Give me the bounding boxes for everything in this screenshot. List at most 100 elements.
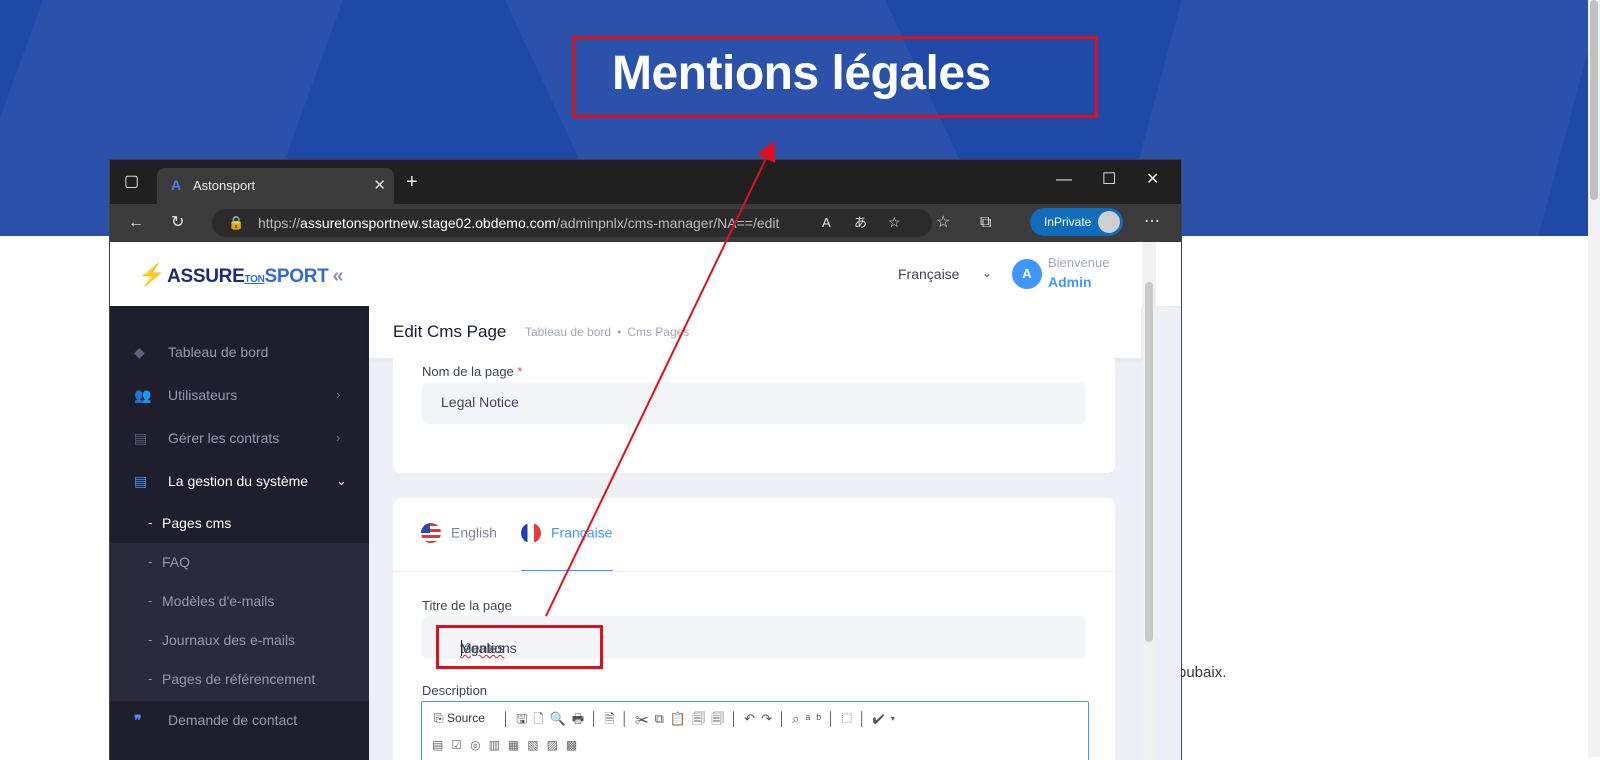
archive-icon: ▤ bbox=[134, 430, 148, 446]
sidebar-item-contact[interactable]: ❞ Demande de contact bbox=[110, 700, 369, 743]
editor-toolbar-icons[interactable]: │🖫🗋🔍🖶│🗎│✂⧉📋🗐🗐│↶↷│⌕ᵃᵇ│⬚│✔▾ bbox=[502, 710, 901, 732]
url-field[interactable]: 🔒 https://assuretonsportnew.stage02.obde… bbox=[212, 209, 932, 237]
rich-text-editor[interactable]: ⎘ Source │🖫🗋🔍🖶│🗎│✂⧉📋🗐🗐│↶↷│⌕ᵃᵇ│⬚│✔▾ ▤☑◎▥▦… bbox=[421, 701, 1089, 760]
sidebar-subitem-label: Pages de référencement bbox=[162, 671, 316, 687]
new-tab-icon[interactable]: + bbox=[406, 172, 418, 192]
sidebar-item-label: Tableau de bord bbox=[168, 344, 269, 360]
title-label: Titre de la page bbox=[422, 598, 512, 613]
user-avatar[interactable]: A bbox=[1012, 259, 1042, 289]
app-header: ⚡ ASSURETONSPORT « Française ⌄ A Bienvenue… bbox=[110, 242, 1181, 307]
url-host: assuretonsportnew.stage02.obdemo.com bbox=[300, 215, 557, 231]
editor-toolbar-row2-icons[interactable]: ▤☑◎▥▦▧▨▩ bbox=[432, 738, 585, 752]
sidebar-subitem-label: Pages cms bbox=[162, 515, 232, 531]
sidebar-subitem-label: FAQ bbox=[162, 554, 191, 570]
logo-text-sport: SPORT bbox=[264, 266, 329, 287]
favorites-icon[interactable]: ☆ bbox=[936, 215, 950, 231]
address-bar: ← ↻ 🔒 https://assuretonsportnew.stage02.… bbox=[110, 204, 1181, 242]
chevron-down-icon: ⌄ bbox=[336, 473, 347, 488]
bullet-dash: - bbox=[148, 593, 153, 608]
app-scrollbar-thumb[interactable] bbox=[1145, 282, 1153, 642]
required-marker: * bbox=[517, 364, 523, 379]
sidebar-subitem-seo[interactable]: - Pages de référencement bbox=[110, 661, 369, 699]
add-favorite-icon[interactable]: ☆ bbox=[888, 215, 901, 229]
sidebar-subitem-email-logs[interactable]: - Journaux des e-mails bbox=[110, 622, 369, 660]
back-icon[interactable]: ← bbox=[128, 215, 144, 231]
sidebar-item-label: Utilisateurs bbox=[168, 387, 238, 403]
translate-icon[interactable]: あ bbox=[854, 216, 867, 229]
editor-source-button[interactable]: ⎘ Source bbox=[434, 711, 485, 726]
sidebar-item-dashboard[interactable]: ◆ Tableau de bord bbox=[110, 332, 369, 375]
inprivate-label: InPrivate bbox=[1044, 215, 1092, 229]
chevron-right-icon: › bbox=[336, 387, 341, 402]
hero-decor-shape bbox=[1118, 0, 1600, 236]
sidebar-item-contracts[interactable]: ▤ Gérer les contrats › bbox=[110, 418, 369, 461]
page-scrollbar[interactable] bbox=[1588, 0, 1600, 757]
read-aloud-icon[interactable]: A bbox=[822, 216, 831, 229]
profile-avatar[interactable] bbox=[1098, 211, 1120, 233]
browser-window: ▢ A Astonsport ✕ + — ☐ ✕ ← ↻ 🔒 https://a… bbox=[110, 160, 1181, 760]
annotation-box-title-input bbox=[436, 625, 603, 669]
editor-source-label: Source bbox=[446, 711, 485, 725]
page-name-card: Nom de la page * Legal Notice bbox=[393, 358, 1115, 473]
bullet-dash: - bbox=[148, 515, 153, 530]
breadcrumb: Tableau de bord • Cms Pages bbox=[525, 325, 689, 339]
language-select[interactable]: Française bbox=[898, 266, 959, 282]
tab-title: Astonsport bbox=[193, 178, 256, 193]
layers-icon: ◆ bbox=[134, 344, 145, 360]
main-content: Edit Cms Page Tableau de bord • Cms Pages … bbox=[369, 306, 1141, 760]
tab-close-icon[interactable]: ✕ bbox=[373, 176, 386, 194]
tab-french[interactable]: Française bbox=[521, 523, 613, 544]
tab-french-label: Française bbox=[551, 524, 613, 541]
app-scrollbar[interactable] bbox=[1142, 242, 1156, 760]
page-title: Edit Cms Page bbox=[393, 322, 507, 341]
page-scrollbar-thumb[interactable] bbox=[1590, 0, 1598, 200]
url-path: /adminpnlx/cms-manager/NA==/edit bbox=[556, 215, 780, 231]
bullet-dash: - bbox=[148, 671, 153, 686]
chevron-down-icon[interactable]: ⌄ bbox=[982, 266, 992, 280]
browser-tabbar: ▢ A Astonsport ✕ + — ☐ ✕ bbox=[110, 160, 1181, 204]
page-toolbar: Edit Cms Page Tableau de bord • Cms Pages bbox=[369, 306, 1141, 358]
page-name-label: Nom de la page * bbox=[422, 364, 522, 379]
logo-text-assure: ASSURE bbox=[167, 266, 245, 287]
background-text: oubaix. bbox=[1178, 664, 1227, 681]
user-name[interactable]: Admin bbox=[1048, 274, 1092, 290]
bullet-dash: - bbox=[148, 632, 153, 647]
url-text[interactable]: https://assuretonsportnew.stage02.obdemo… bbox=[258, 215, 779, 231]
sidebar-item-label: Gérer les contrats bbox=[168, 430, 280, 446]
brand-logo[interactable]: ⚡ ASSURETONSPORT « bbox=[138, 262, 344, 288]
sidebar-subitem-cms[interactable]: - Pages cms bbox=[110, 505, 369, 543]
tab-english[interactable]: English bbox=[421, 523, 497, 544]
sidebar-item-users[interactable]: 👥 Utilisateurs › bbox=[110, 375, 369, 418]
tab-actions-icon[interactable]: ▢ bbox=[124, 174, 139, 190]
sidebar-toggle-icon[interactable]: « bbox=[332, 265, 343, 287]
tab-favicon-icon: A bbox=[171, 177, 182, 193]
sidebar-subitem-faq[interactable]: - FAQ bbox=[110, 544, 369, 582]
breadcrumb-separator: • bbox=[617, 325, 622, 339]
maximize-icon[interactable]: ☐ bbox=[1102, 172, 1116, 188]
admin-app: ⚡ ASSURETONSPORT « Française ⌄ A Bienvenue… bbox=[110, 242, 1181, 760]
breadcrumb-cms-pages[interactable]: Cms Pages bbox=[627, 325, 689, 339]
page-name-label-text: Nom de la page bbox=[422, 364, 514, 379]
user-greeting: Bienvenue bbox=[1048, 255, 1110, 270]
browser-tab[interactable]: A Astonsport ✕ bbox=[157, 168, 394, 204]
more-menu-icon[interactable]: ⋯ bbox=[1144, 214, 1160, 230]
inprivate-badge[interactable]: InPrivate bbox=[1030, 208, 1123, 236]
refresh-icon[interactable]: ↻ bbox=[171, 215, 184, 231]
sidebar-subitem-email-templates[interactable]: - Modèles d'e-mails bbox=[110, 583, 369, 621]
tab-english-label: English bbox=[451, 524, 497, 541]
url-scheme: https:// bbox=[258, 215, 301, 231]
quote-icon: ❞ bbox=[134, 712, 142, 728]
breadcrumb-dashboard[interactable]: Tableau de bord bbox=[525, 325, 611, 339]
collections-icon[interactable]: ⧉ bbox=[980, 215, 991, 231]
annotation-box-hero bbox=[572, 36, 1098, 118]
lock-icon[interactable]: 🔒 bbox=[228, 216, 244, 229]
logo-text-ton: TON bbox=[244, 274, 265, 285]
logo-bolt-icon: ⚡ bbox=[138, 262, 166, 287]
page-name-input[interactable]: Legal Notice bbox=[422, 382, 1086, 424]
description-label: Description bbox=[422, 683, 488, 698]
minimize-icon[interactable]: — bbox=[1056, 172, 1072, 188]
close-window-icon[interactable]: ✕ bbox=[1146, 172, 1159, 188]
sidebar-item-system[interactable]: ▤ La gestion du système ⌄ bbox=[110, 461, 369, 504]
sidebar: ◆ Tableau de bord 👥 Utilisateurs › ▤ Gér… bbox=[110, 306, 369, 760]
sidebar-subitem-label: Journaux des e-mails bbox=[162, 632, 296, 648]
